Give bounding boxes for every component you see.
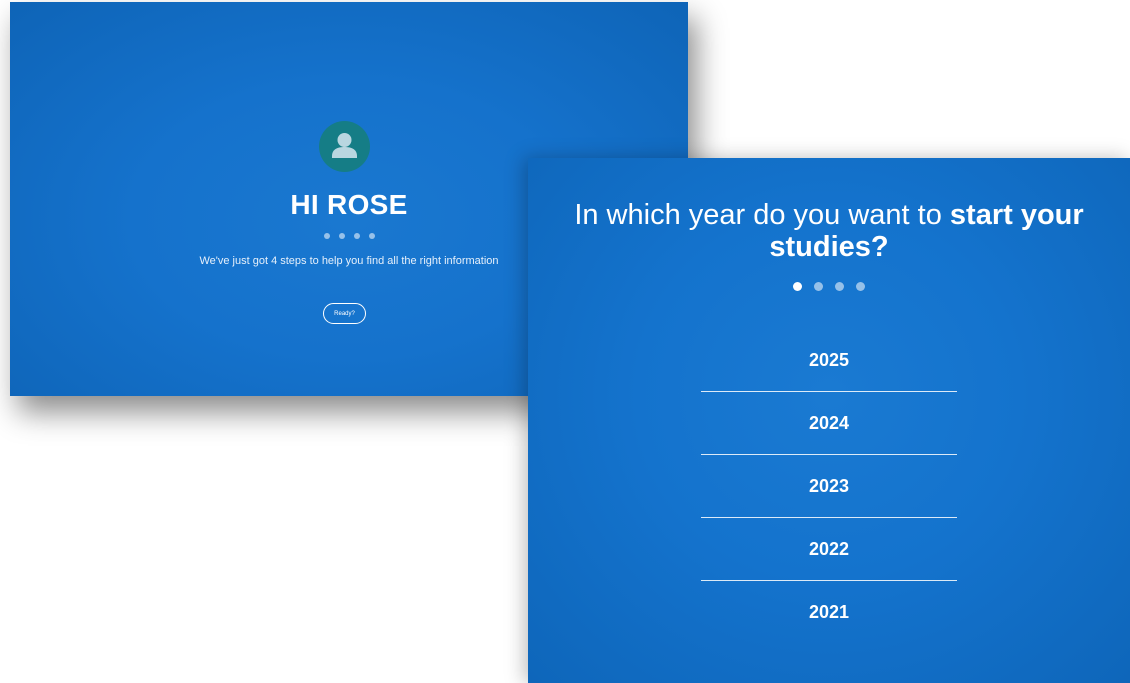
step-dot [368, 233, 375, 239]
stage: HI ROSE We've just got 4 steps to help y… [0, 0, 1130, 683]
year-question: In which year do you want to start your … [528, 199, 1130, 263]
step-dot [323, 233, 330, 239]
step-dot [338, 233, 345, 239]
year-options-list: 2025 2024 2023 2022 2021 [701, 329, 957, 644]
step-dot [856, 282, 865, 291]
step-dot-active [793, 282, 802, 291]
year-option-2021[interactable]: 2021 [701, 581, 957, 644]
step-dot [353, 233, 360, 239]
person-icon [332, 133, 357, 158]
year-option-2023[interactable]: 2023 [701, 455, 957, 518]
year-select-screen: In which year do you want to start your … [528, 158, 1130, 683]
year-option-2025[interactable]: 2025 [701, 329, 957, 392]
question-prefix: In which year do you want to [574, 199, 950, 231]
user-avatar-icon [319, 121, 370, 172]
year-option-2024[interactable]: 2024 [701, 392, 957, 455]
welcome-description: We've just got 4 steps to help you find … [199, 255, 499, 267]
step-dot [835, 282, 844, 291]
ready-button[interactable]: Ready? [323, 303, 366, 324]
year-step-indicator [528, 282, 1130, 291]
step-dot [814, 282, 823, 291]
year-option-2022[interactable]: 2022 [701, 518, 957, 581]
